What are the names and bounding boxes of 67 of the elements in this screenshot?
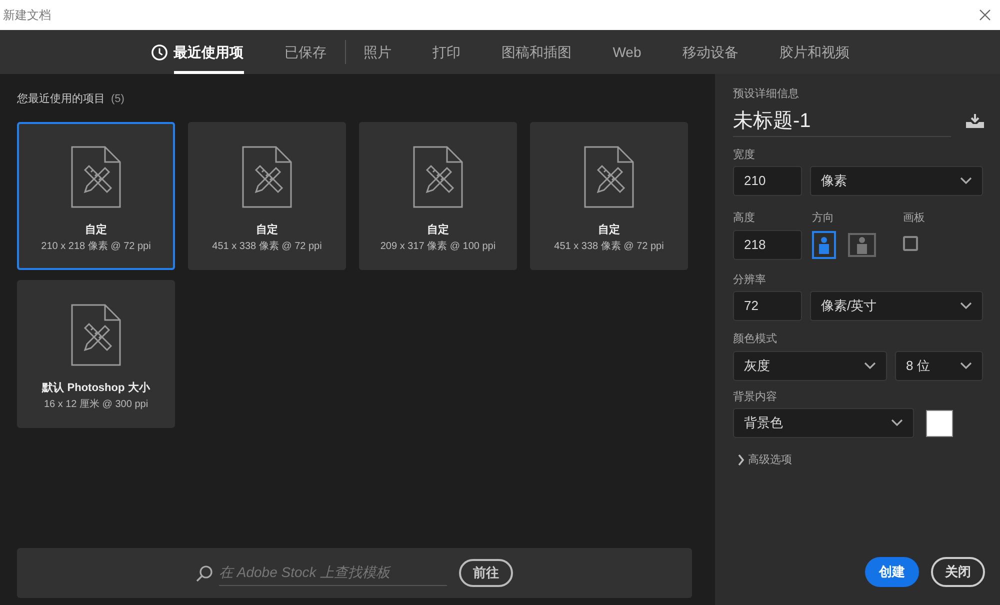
document-icon: [413, 146, 463, 208]
preset-size: 209 x 317 像素 @ 100 ppi: [380, 240, 496, 254]
chevron-down-icon: [864, 362, 876, 370]
dropdown[interactable]: 像素: [810, 166, 983, 196]
preset-name: 默认 Photoshop 大小: [42, 380, 150, 396]
advanced-options-toggle[interactable]: 高级选项: [748, 452, 792, 468]
preset-card[interactable]: 自定 210 x 218 像素 @ 72 ppi: [17, 122, 175, 270]
tab[interactable]: Web: [612, 30, 642, 74]
dropdown[interactable]: 8 位: [895, 350, 983, 380]
field-label: 画板: [903, 211, 925, 226]
section-heading: 您最近使用的项目: [17, 92, 105, 107]
field-label: 高度: [733, 210, 756, 226]
preset-size: 451 x 338 像素 @ 72 ppi: [212, 240, 322, 254]
item-count: (5): [111, 92, 124, 107]
chevron-down-icon: [960, 302, 972, 310]
tab[interactable]: 打印: [432, 30, 461, 74]
field-label: 方向: [812, 210, 835, 226]
save-preset-icon[interactable]: [965, 113, 985, 129]
document-icon: [71, 146, 121, 208]
chevron-down-icon: [960, 177, 972, 185]
window-title: 新建文档: [3, 7, 51, 24]
document-title-field[interactable]: 未标题-1: [733, 106, 951, 136]
preset-card[interactable]: 自定 451 x 338 像素 @ 72 ppi: [188, 122, 346, 270]
document-icon: [71, 304, 121, 366]
create-button[interactable]: 创建: [865, 557, 919, 587]
preset-name: 自定: [427, 222, 449, 238]
tab[interactable]: 最近使用项: [174, 30, 244, 74]
preset-size: 16 x 12 厘米 @ 300 ppi: [44, 398, 148, 412]
field-label: 宽度: [733, 148, 756, 162]
tab[interactable]: 胶片和视频: [779, 30, 850, 74]
tab[interactable]: 照片: [364, 30, 392, 74]
preset-card[interactable]: 自定 451 x 338 像素 @ 72 ppi: [530, 122, 688, 270]
resolution-field[interactable]: 72: [733, 291, 802, 321]
dropdown[interactable]: 灰度: [733, 350, 887, 380]
go-button[interactable]: 前往: [459, 559, 513, 587]
preset-card[interactable]: 自定 209 x 317 像素 @ 100 ppi: [359, 122, 517, 270]
field-label: 背景内容: [733, 390, 778, 404]
chevron-down-icon: [960, 362, 972, 370]
tab[interactable]: 图稿和插图: [502, 30, 572, 74]
clock-icon: [150, 44, 168, 60]
chevron-down-icon: [891, 419, 903, 427]
search-field[interactable]: 在 Adobe Stock 上查找模板: [219, 560, 447, 586]
color-swatch[interactable]: [926, 410, 953, 436]
search-icon: [196, 564, 213, 582]
tab[interactable]: 已保存: [284, 30, 327, 74]
chevron-right-icon[interactable]: [737, 454, 745, 466]
height-field[interactable]: 218: [733, 230, 802, 260]
document-icon: [584, 146, 634, 208]
panel-heading: 预设详细信息: [733, 87, 800, 102]
preset-size: 210 x 218 像素 @ 72 ppi: [41, 240, 151, 254]
field-label: 分辨率: [733, 272, 767, 288]
tab[interactable]: 移动设备: [682, 30, 738, 74]
field-label: 颜色模式: [733, 332, 778, 347]
preset-name: 自定: [256, 222, 278, 238]
width-field[interactable]: 210: [733, 166, 802, 196]
document-icon: [242, 146, 292, 208]
portrait-icon[interactable]: [812, 230, 836, 258]
preset-size: 451 x 338 像素 @ 72 ppi: [554, 240, 664, 254]
artboard-checkbox[interactable]: [903, 236, 918, 251]
dropdown[interactable]: 背景色: [733, 408, 914, 438]
close-button[interactable]: 关闭: [931, 557, 985, 587]
landscape-icon[interactable]: [848, 232, 876, 256]
dropdown[interactable]: 像素/英寸: [810, 291, 983, 321]
preset-name: 自定: [85, 222, 107, 238]
preset-name: 自定: [598, 222, 620, 238]
close-icon[interactable]: [979, 9, 991, 21]
preset-card[interactable]: 默认 Photoshop 大小 16 x 12 厘米 @ 300 ppi: [17, 280, 175, 428]
